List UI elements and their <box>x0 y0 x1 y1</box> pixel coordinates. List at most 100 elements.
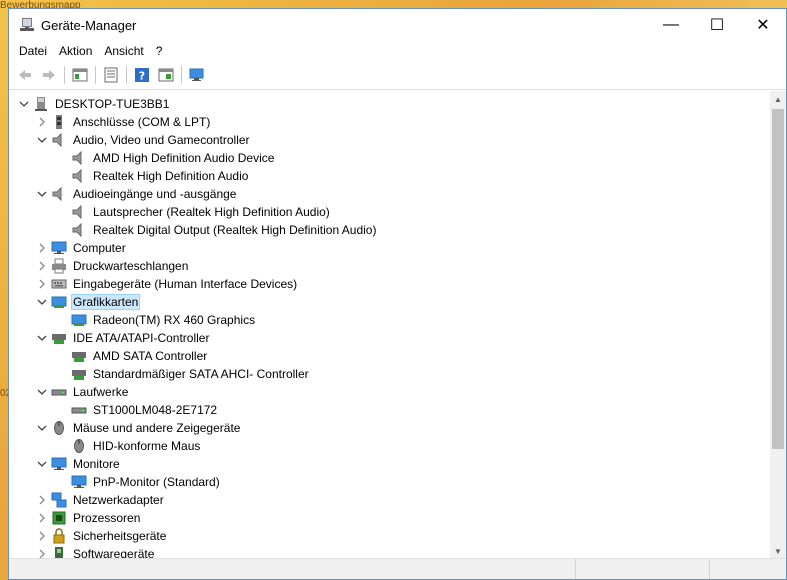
tree-category-anschluesse-com-lpt[interactable]: Anschlüsse (COM & LPT) <box>9 113 770 131</box>
help-button[interactable]: ? <box>132 65 152 85</box>
chevron-down-icon[interactable] <box>35 331 49 345</box>
scrollbar-thumb[interactable] <box>772 109 784 449</box>
menu-help[interactable]: ? <box>150 44 169 58</box>
tree-device-amd-high-definition-audio-device[interactable]: AMD High Definition Audio Device <box>9 149 770 167</box>
menu-datei[interactable]: Datei <box>13 44 53 58</box>
tree-device-radeon-tm-rx-460-graphics[interactable]: Radeon(TM) RX 460 Graphics <box>9 311 770 329</box>
chevron-right-icon[interactable] <box>35 529 49 543</box>
properties-icon <box>104 67 118 83</box>
forward-button[interactable] <box>39 65 59 85</box>
toolbar-separator <box>181 66 182 84</box>
tree-item-label: AMD SATA Controller <box>93 349 208 363</box>
tree-view-icon <box>72 68 88 82</box>
tree-category-computer[interactable]: Computer <box>9 239 770 257</box>
minimize-button[interactable]: — <box>648 9 694 41</box>
tree-category-eingabegeraete-human-interface-devices[interactable]: Eingabegeräte (Human Interface Devices) <box>9 275 770 293</box>
help-icon: ? <box>135 68 149 83</box>
properties-button[interactable] <box>101 65 121 85</box>
tree-device-st1000lm048-2e7172[interactable]: ST1000LM048-2E7172 <box>9 401 770 419</box>
tree-item-label: HID-konforme Maus <box>93 439 201 453</box>
status-section <box>709 559 786 579</box>
chevron-down-icon[interactable] <box>35 295 49 309</box>
tree-category-druckwarteschlangen[interactable]: Druckwarteschlangen <box>9 257 770 275</box>
chevron-down-icon[interactable] <box>35 187 49 201</box>
vertical-scrollbar[interactable]: ▲ ▼ <box>770 91 786 559</box>
computer-icon <box>51 240 67 256</box>
tree-category-monitore[interactable]: Monitore <box>9 455 770 473</box>
tree-category-laufwerke[interactable]: Laufwerke <box>9 383 770 401</box>
controller-icon <box>51 330 67 346</box>
tree-item-label: Mäuse und andere Zeigegeräte <box>73 421 241 435</box>
scroll-up-button[interactable]: ▲ <box>770 91 786 107</box>
printer-icon <box>51 258 67 274</box>
chevron-right-icon[interactable] <box>35 115 49 129</box>
mouse-icon <box>51 420 67 436</box>
tree-category-ide-ata-atapi-controller[interactable]: IDE ATA/ATAPI-Controller <box>9 329 770 347</box>
window-title: Geräte-Manager <box>41 17 137 33</box>
tree-category-maeuse-und-andere-zeigegeraete[interactable]: Mäuse und andere Zeigegeräte <box>9 419 770 437</box>
tree-device-standardmaessiger-sata-ahci-controller[interactable]: Standardmäßiger SATA AHCI- Controller <box>9 365 770 383</box>
tree-device-amd-sata-controller[interactable]: AMD SATA Controller <box>9 347 770 365</box>
menu-aktion[interactable]: Aktion <box>53 44 98 58</box>
tree-category-netzwerkadapter[interactable]: Netzwerkadapter <box>9 491 770 509</box>
speaker-icon <box>71 168 87 184</box>
chevron-right-icon[interactable] <box>35 493 49 507</box>
show-hide-tree-button[interactable] <box>70 65 90 85</box>
run-action-button[interactable] <box>156 65 176 85</box>
monitor-icon <box>71 474 87 490</box>
tree-root[interactable]: DESKTOP-TUE3BB1 <box>9 95 770 113</box>
tree-item-label: Realtek Digital Output (Realtek High Def… <box>93 223 377 237</box>
mouse-icon <box>71 438 87 454</box>
tree-item-label: Netzwerkadapter <box>73 493 164 507</box>
speaker-icon <box>51 186 67 202</box>
device-tree-area: DESKTOP-TUE3BB1 Anschlüsse (COM & LPT) Aud… <box>9 91 786 559</box>
chevron-down-icon[interactable] <box>35 457 49 471</box>
tree-device-realtek-digital-output-realtek-high-definition-audio[interactable]: Realtek Digital Output (Realtek High Def… <box>9 221 770 239</box>
computer-root-icon <box>33 96 49 112</box>
chevron-right-icon[interactable] <box>35 277 49 291</box>
chevron-down-icon[interactable] <box>35 421 49 435</box>
chevron-down-icon[interactable] <box>35 385 49 399</box>
device-tree: DESKTOP-TUE3BB1 Anschlüsse (COM & LPT) Aud… <box>9 95 770 559</box>
tree-category-prozessoren[interactable]: Prozessoren <box>9 509 770 527</box>
chevron-down-icon[interactable] <box>35 133 49 147</box>
tree-item-label: Standardmäßiger SATA AHCI- Controller <box>93 367 309 381</box>
drive-icon <box>51 384 67 400</box>
status-bar <box>9 558 786 579</box>
chevron-right-icon[interactable] <box>35 241 49 255</box>
toolbar-separator <box>95 66 96 84</box>
monitor-icon <box>51 456 67 472</box>
scan-hardware-button[interactable] <box>187 65 207 85</box>
tree-category-softwaregeraete[interactable]: Softwaregeräte <box>9 545 770 559</box>
scroll-down-button[interactable]: ▼ <box>770 543 786 559</box>
drive-icon <box>71 402 87 418</box>
display-adapter-icon <box>71 312 87 328</box>
tree-category-grafikkarten[interactable]: Grafikkarten <box>9 293 770 311</box>
tree-device-pnp-monitor-standard[interactable]: PnP-Monitor (Standard) <box>9 473 770 491</box>
chevron-right-icon[interactable] <box>35 259 49 273</box>
tree-device-realtek-high-definition-audio[interactable]: Realtek High Definition Audio <box>9 167 770 185</box>
tree-category-sicherheitsgeraete[interactable]: Sicherheitsgeräte <box>9 527 770 545</box>
tree-item-label: Computer <box>73 241 126 255</box>
speaker-icon <box>71 204 87 220</box>
close-button[interactable]: ✕ <box>740 9 786 41</box>
tree-device-hid-konforme-maus[interactable]: HID-konforme Maus <box>9 437 770 455</box>
tree-item-label: Radeon(TM) RX 460 Graphics <box>93 313 256 327</box>
back-button[interactable] <box>15 65 35 85</box>
display-adapter-icon <box>51 294 67 310</box>
title-bar[interactable]: Geräte-Manager — ☐ ✕ <box>9 9 786 41</box>
maximize-button[interactable]: ☐ <box>694 9 740 41</box>
chevron-down-icon[interactable] <box>17 97 31 111</box>
tree-device-lautsprecher-realtek-high-definition-audio[interactable]: Lautsprecher (Realtek High Definition Au… <box>9 203 770 221</box>
tree-category-audio-video-und-gamecontroller[interactable]: Audio, Video und Gamecontroller <box>9 131 770 149</box>
chevron-right-icon[interactable] <box>35 511 49 525</box>
tree-item-label: Laufwerke <box>73 385 129 399</box>
menu-ansicht[interactable]: Ansicht <box>98 44 149 58</box>
tree-category-audioeingaenge-und-ausgaenge[interactable]: Audioeingänge und -ausgänge <box>9 185 770 203</box>
